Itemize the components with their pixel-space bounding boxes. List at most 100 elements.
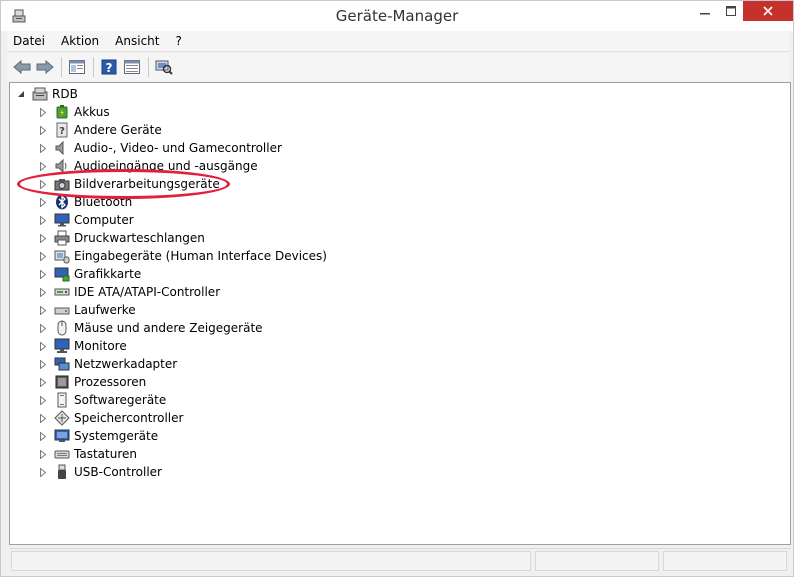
expand-arrow-icon[interactable] <box>38 409 48 427</box>
expand-arrow-icon[interactable] <box>38 193 48 211</box>
menu-help[interactable]: ? <box>167 31 189 52</box>
tree-item-3[interactable]: Audio-, Video- und Gamecontroller <box>38 139 282 157</box>
device-tree[interactable]: RDB Akkus? Andere Geräte Audio-, Video- un… <box>9 82 791 545</box>
expand-arrow-icon[interactable] <box>38 211 48 229</box>
mouse-icon <box>54 320 70 336</box>
tree-root-label: RDB <box>52 87 78 101</box>
expand-arrow-icon[interactable] <box>38 301 48 319</box>
expand-arrow-icon[interactable] <box>38 139 48 157</box>
tree-item-2[interactable]: ? Andere Geräte <box>38 121 162 139</box>
expand-arrow-icon[interactable] <box>38 355 48 373</box>
properties-button[interactable] <box>66 56 88 78</box>
menu-bar: Datei Aktion Ansicht ? <box>7 31 789 52</box>
expand-arrow-icon[interactable] <box>38 427 48 445</box>
tree-item-1[interactable]: Akkus <box>38 103 110 121</box>
scan-hardware-button[interactable] <box>153 56 175 78</box>
tree-item-20[interactable]: Tastaturen <box>38 445 137 463</box>
toolbar: ? <box>7 53 789 81</box>
tree-item-label: Netzwerkadapter <box>74 357 178 371</box>
tree-item-label: Computer <box>74 213 134 227</box>
tree-item-label: Bildverarbeitungsgeräte <box>74 177 220 191</box>
minimize-icon <box>700 13 710 15</box>
back-button[interactable] <box>11 56 33 78</box>
tree-root[interactable]: RDB <box>16 85 78 103</box>
tree-item-14[interactable]: Monitore <box>38 337 127 355</box>
tree-item-5[interactable]: Bildverarbeitungsgeräte <box>38 175 220 193</box>
tree-item-17[interactable]: Softwaregeräte <box>38 391 166 409</box>
tree-item-13[interactable]: Mäuse und andere Zeigegeräte <box>38 319 263 337</box>
display-adapter-icon <box>54 266 70 282</box>
tree-item-9[interactable]: Eingabegeräte (Human Interface Devices) <box>38 247 327 265</box>
toolbar-separator <box>61 57 62 77</box>
tree-item-8[interactable]: Druckwarteschlangen <box>38 229 205 247</box>
software-device-icon <box>54 392 70 408</box>
expand-arrow-icon[interactable] <box>38 283 48 301</box>
menu-ansicht[interactable]: Ansicht <box>107 31 167 52</box>
toolbar-separator <box>148 57 149 77</box>
tree-item-18[interactable]: Speichercontroller <box>38 409 183 427</box>
tree-item-label: Eingabegeräte (Human Interface Devices) <box>74 249 327 263</box>
tree-item-4[interactable]: Audioeingänge und -ausgänge <box>38 157 258 175</box>
computer-icon <box>32 86 48 102</box>
svg-text:?: ? <box>106 61 113 75</box>
tree-item-10[interactable]: Grafikkarte <box>38 265 141 283</box>
properties-icon <box>69 60 85 74</box>
expand-arrow-icon[interactable] <box>38 445 48 463</box>
expand-arrow-icon[interactable] <box>38 157 48 175</box>
expand-arrow-icon[interactable] <box>38 175 48 193</box>
tree-item-label: Prozessoren <box>74 375 147 389</box>
forward-button[interactable] <box>34 56 56 78</box>
help-icon: ? <box>101 59 117 75</box>
maximize-button[interactable] <box>717 1 745 21</box>
tree-item-12[interactable]: Laufwerke <box>38 301 136 319</box>
toolbar-separator <box>93 57 94 77</box>
view-icon <box>124 60 140 74</box>
tree-item-21[interactable]: USB-Controller <box>38 463 162 481</box>
tree-item-16[interactable]: Prozessoren <box>38 373 146 391</box>
audio-io-icon <box>54 158 70 174</box>
tree-item-label: Audioeingänge und -ausgänge <box>74 159 258 173</box>
expand-arrow-icon[interactable] <box>38 229 48 247</box>
scan-hardware-icon <box>155 60 173 75</box>
maximize-icon <box>726 6 736 16</box>
expand-arrow-icon[interactable] <box>38 265 48 283</box>
tree-item-11[interactable]: IDE ATA/ATAPI-Controller <box>38 283 220 301</box>
usb-icon <box>54 464 70 480</box>
tree-item-label: Tastaturen <box>74 447 137 461</box>
view-button[interactable] <box>121 56 143 78</box>
drive-icon <box>54 302 70 318</box>
network-adapter-icon <box>54 356 70 372</box>
keyboard-icon <box>54 446 70 462</box>
speaker-icon <box>54 140 70 156</box>
expand-arrow-icon[interactable] <box>38 337 48 355</box>
expand-arrow-icon[interactable] <box>38 373 48 391</box>
tree-item-7[interactable]: Computer <box>38 211 134 229</box>
status-cell-3 <box>663 551 787 571</box>
expand-arrow-icon[interactable] <box>38 121 48 139</box>
close-button[interactable] <box>743 1 793 21</box>
tree-item-15[interactable]: Netzwerkadapter <box>38 355 177 373</box>
menu-datei[interactable]: Datei <box>7 31 53 52</box>
minimize-button[interactable] <box>691 1 719 21</box>
tree-item-label: USB-Controller <box>74 465 162 479</box>
tree-item-label: Softwaregeräte <box>74 393 167 407</box>
storage-controller-icon <box>54 410 70 426</box>
tree-item-label: Systemgeräte <box>74 429 159 443</box>
expand-arrow-icon[interactable] <box>38 319 48 337</box>
expand-arrow-icon[interactable] <box>38 391 48 409</box>
expand-arrow-icon[interactable] <box>38 463 48 481</box>
window-title: Geräte-Manager <box>335 7 459 25</box>
menu-aktion[interactable]: Aktion <box>53 31 107 52</box>
tree-item-6[interactable]: Bluetooth <box>38 193 132 211</box>
tree-item-19[interactable]: Systemgeräte <box>38 427 158 445</box>
tree-item-label: IDE ATA/ATAPI-Controller <box>74 285 221 299</box>
back-arrow-icon <box>13 60 31 74</box>
printer-icon <box>54 230 70 246</box>
tree-item-label: Druckwarteschlangen <box>74 231 205 245</box>
expand-arrow-icon[interactable] <box>38 247 48 265</box>
help-button[interactable]: ? <box>98 56 120 78</box>
expand-arrow-icon[interactable] <box>38 103 48 121</box>
tree-item-label: Mäuse und andere Zeigegeräte <box>74 321 263 335</box>
ide-controller-icon <box>54 284 70 300</box>
collapse-arrow-icon[interactable] <box>16 85 26 103</box>
